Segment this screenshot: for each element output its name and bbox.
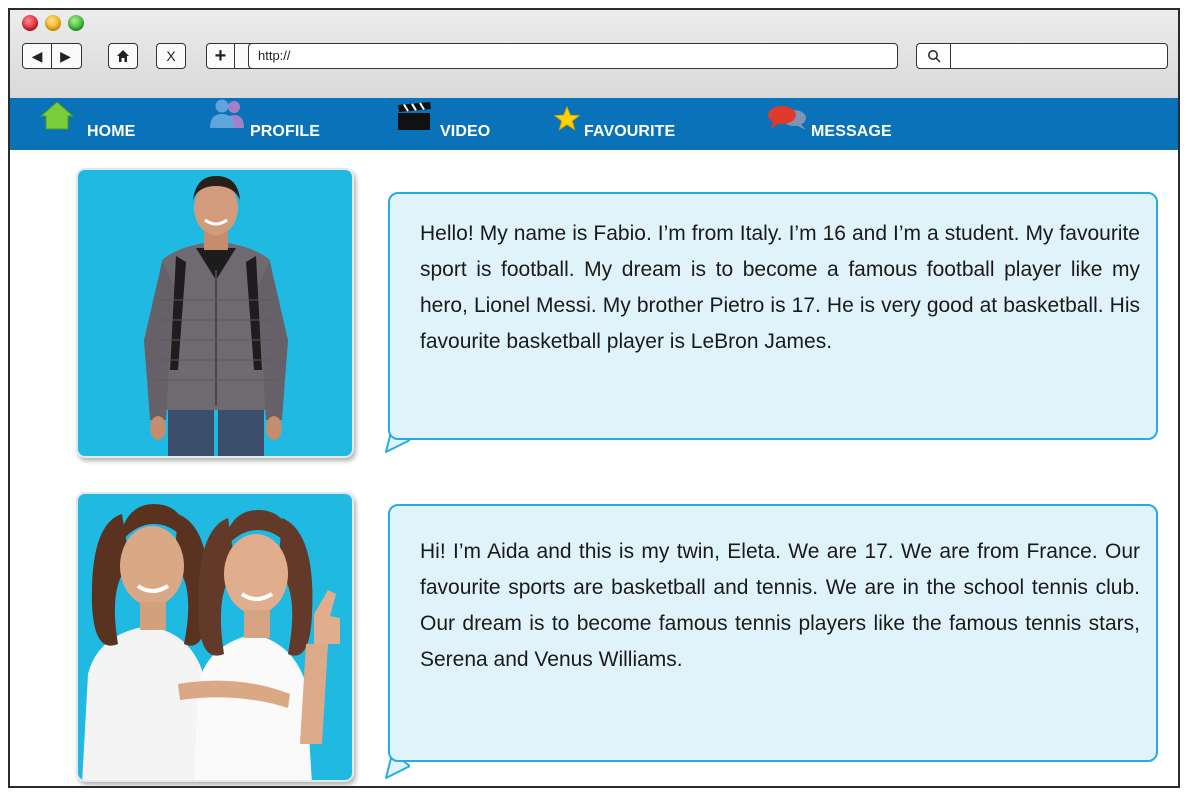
forward-button[interactable]: ▶: [51, 44, 79, 68]
home-button[interactable]: [109, 44, 137, 68]
nav-item-label: FAVOURITE: [584, 123, 676, 140]
profile-icon: [210, 99, 244, 128]
search-input[interactable]: [951, 44, 1167, 68]
nav-item-video[interactable]: VIDEO: [396, 98, 506, 150]
window-controls: [22, 15, 84, 31]
nav-item-label: VIDEO: [440, 123, 491, 140]
stop-button-group: X: [156, 43, 186, 69]
browser-window: ◀ ▶ X + http:// HOME PROFILE VIDEO FAVOU…: [8, 8, 1180, 788]
new-tab-button[interactable]: +: [207, 44, 235, 68]
house-icon: [117, 50, 129, 62]
nav-item-message[interactable]: MESSAGE: [766, 98, 926, 150]
profile-photo-twins: [76, 492, 354, 782]
search-button[interactable]: [917, 44, 951, 68]
twins-photo: [82, 504, 340, 780]
post-bubble-fabio: Hello! My name is Fabio. I’m from Italy.…: [388, 192, 1158, 440]
home-icon: [40, 101, 74, 130]
nav-item-label: PROFILE: [250, 123, 321, 140]
back-button[interactable]: ◀: [23, 44, 51, 68]
stop-button[interactable]: X: [157, 44, 185, 68]
minimize-window-button[interactable]: [45, 15, 61, 31]
browser-chrome: ◀ ▶ X + http://: [10, 10, 1178, 99]
browser-toolbar: ◀ ▶ X + http://: [22, 43, 1168, 71]
post-text: Hi! I’m Aida and this is my twin, Eleta.…: [420, 540, 1140, 671]
search-icon: [927, 50, 941, 63]
nav-item-profile[interactable]: PROFILE: [208, 98, 348, 150]
nav-item-label: HOME: [87, 123, 136, 140]
star-icon: [554, 106, 580, 131]
speech-bubbles-icon: [768, 106, 806, 130]
maximize-window-button[interactable]: [68, 15, 84, 31]
nav-item-favourite[interactable]: FAVOURITE: [554, 98, 714, 150]
close-window-button[interactable]: [22, 15, 38, 31]
post-text: Hello! My name is Fabio. I’m from Italy.…: [420, 222, 1140, 353]
search-box: [916, 43, 1168, 69]
clapperboard-icon: [398, 102, 431, 130]
site-nav: HOME PROFILE VIDEO FAVOURITE MESSAGE: [10, 98, 1178, 150]
address-bar[interactable]: http://: [248, 43, 898, 69]
nav-item-home[interactable]: HOME: [40, 98, 160, 150]
boy-photo: [144, 176, 288, 456]
nav-item-label: MESSAGE: [811, 123, 892, 140]
post-bubble-twins: Hi! I’m Aida and this is my twin, Eleta.…: [388, 504, 1158, 762]
profile-photo-fabio: [76, 168, 354, 458]
history-buttons: ◀ ▶: [22, 43, 82, 69]
home-button-group: [108, 43, 138, 69]
